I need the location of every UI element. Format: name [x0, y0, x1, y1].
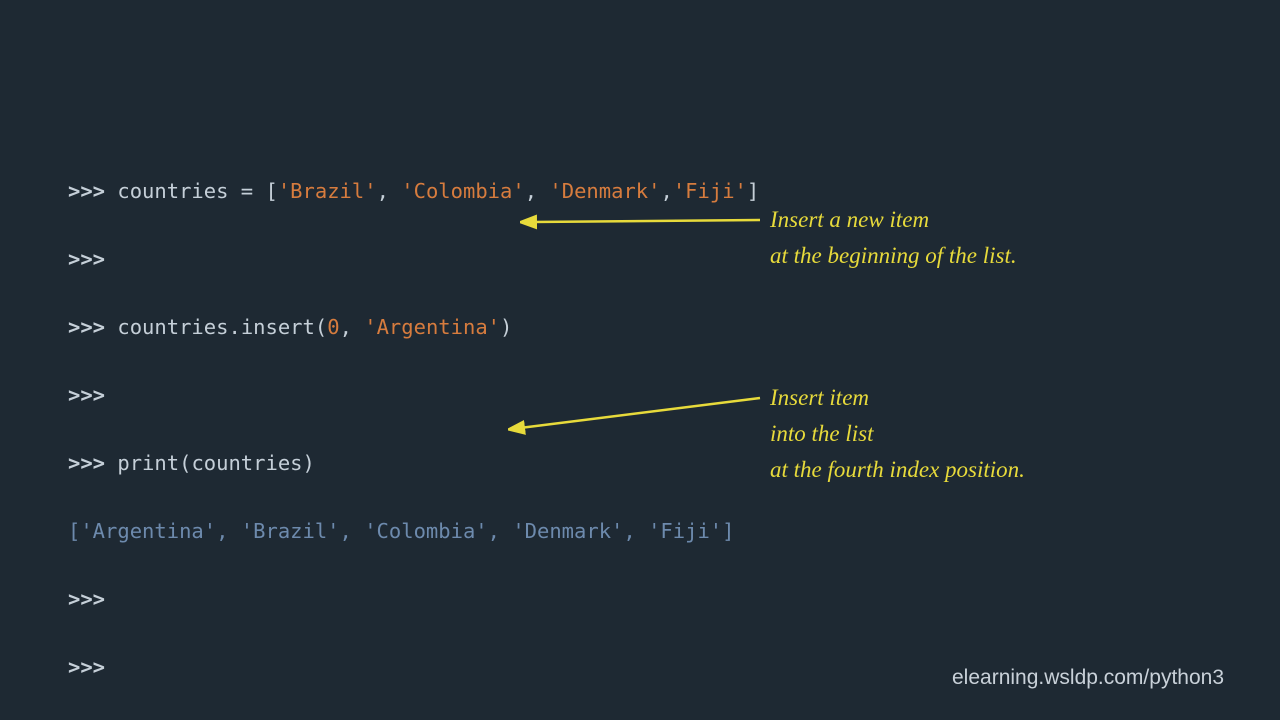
operator: = — [228, 179, 265, 203]
bracket: [ — [266, 179, 278, 203]
annotation-2: Insert item into the list at the fourth … — [770, 380, 1025, 488]
prompt: >>> — [68, 247, 105, 271]
code-line-3: >>> countries.insert(0, 'Argentina') — [68, 310, 870, 344]
identifier: countries — [191, 451, 302, 475]
prompt: >>> — [68, 383, 105, 407]
prompt: >>> — [68, 315, 117, 339]
prompt: >>> — [68, 179, 117, 203]
prompt: >>> — [68, 655, 105, 679]
annotation-text: Insert item — [770, 380, 1025, 416]
code-line-5: >>> print(countries) — [68, 446, 870, 480]
function: print — [117, 451, 179, 475]
annotation-1: Insert a new item at the beginning of th… — [770, 202, 1017, 274]
paren: ( — [179, 451, 191, 475]
comma: , — [340, 315, 365, 339]
identifier: countries — [117, 179, 228, 203]
string: 'Argentina' — [364, 315, 500, 339]
comma: , — [377, 179, 402, 203]
code-line-2: >>> — [68, 242, 870, 276]
paren: ) — [500, 315, 512, 339]
code-line-7: >>> — [68, 582, 870, 616]
code-line-8: >>> — [68, 650, 870, 684]
dot: . — [228, 315, 240, 339]
comma: , — [525, 179, 550, 203]
paren: ( — [315, 315, 327, 339]
prompt: >>> — [68, 587, 105, 611]
annotation-text: at the beginning of the list. — [770, 238, 1017, 274]
string: 'Fiji' — [673, 179, 747, 203]
string: 'Colombia' — [401, 179, 524, 203]
identifier: countries — [117, 315, 228, 339]
code-line-1: >>> countries = ['Brazil', 'Colombia', '… — [68, 174, 870, 208]
annotation-text: at the fourth index position. — [770, 452, 1025, 488]
annotation-text: into the list — [770, 416, 1025, 452]
code-block: >>> countries = ['Brazil', 'Colombia', '… — [68, 140, 870, 720]
bracket: ] — [747, 179, 759, 203]
annotation-text: Insert a new item — [770, 202, 1017, 238]
output: ['Argentina', 'Brazil', 'Colombia', 'Den… — [68, 519, 734, 543]
string: 'Denmark' — [549, 179, 660, 203]
method: insert — [241, 315, 315, 339]
code-line-6: ['Argentina', 'Brazil', 'Colombia', 'Den… — [68, 514, 870, 548]
number: 0 — [327, 315, 339, 339]
footer-credit: elearning.wsldp.com/python3 — [952, 666, 1224, 690]
paren: ) — [303, 451, 315, 475]
comma: , — [660, 179, 672, 203]
code-line-4: >>> — [68, 378, 870, 412]
prompt: >>> — [68, 451, 117, 475]
string: 'Brazil' — [278, 179, 377, 203]
